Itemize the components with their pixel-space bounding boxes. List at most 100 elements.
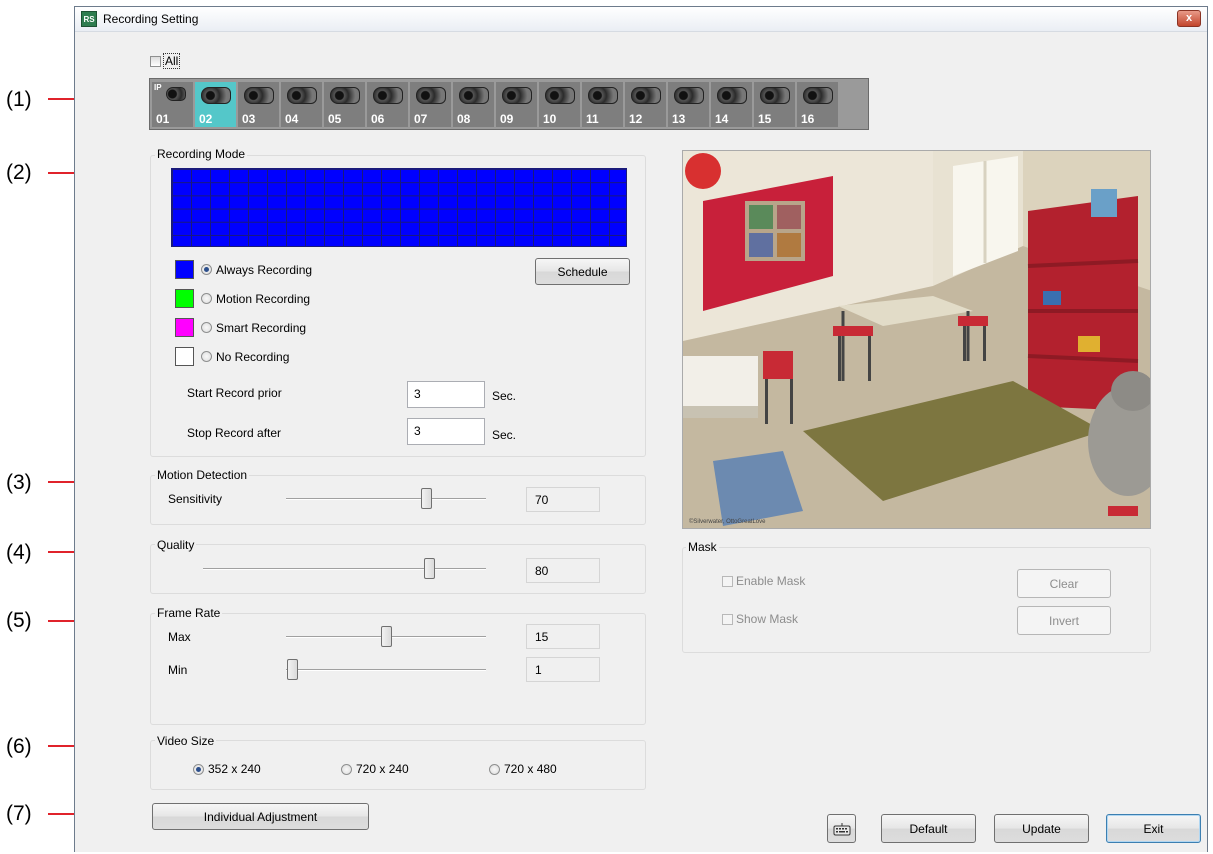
stop-after-label: Stop Record after (187, 426, 282, 440)
window-title: Recording Setting (103, 12, 199, 26)
camera-number: 09 (500, 112, 514, 126)
camera-06[interactable]: 06 (367, 82, 408, 127)
title-bar[interactable]: RS Recording Setting x (75, 7, 1207, 32)
quality-slider-thumb[interactable] (424, 558, 436, 579)
stop-after-input[interactable]: 3 (407, 418, 485, 445)
camera-05[interactable]: 05 (324, 82, 365, 127)
enable-mask-checkbox[interactable]: Enable Mask (722, 574, 805, 588)
video-size-option-2[interactable]: 720 x 240 (341, 762, 409, 776)
preview-image: ©Silverwater, OttoGreatLove (683, 151, 1150, 528)
video-size-label-3: 720 x 480 (504, 762, 557, 776)
frame-rate-min-value: 1 (526, 657, 600, 682)
camera-icon (166, 87, 186, 101)
default-button[interactable]: Default (881, 814, 976, 843)
frame-rate-max-thumb[interactable] (381, 626, 392, 647)
enable-mask-label: Enable Mask (736, 574, 806, 588)
video-size-label-2: 720 x 240 (356, 762, 409, 776)
video-size-option-1[interactable]: 352 x 240 (193, 762, 261, 776)
quality-slider-track (203, 568, 486, 569)
camera-12[interactable]: 12 (625, 82, 666, 127)
camera-number: 10 (543, 112, 557, 126)
all-cameras-checkbox[interactable]: All (150, 53, 181, 69)
quality-value: 80 (526, 558, 600, 583)
camera-14[interactable]: 14 (711, 82, 752, 127)
start-prior-input[interactable]: 3 (407, 381, 485, 408)
camera-11[interactable]: 11 (582, 82, 623, 127)
mode-none[interactable]: No Recording (175, 347, 289, 366)
enable-mask-box[interactable] (722, 575, 733, 587)
video-size-radio-1[interactable] (193, 763, 204, 775)
camera-number: 01 (156, 112, 170, 126)
sensitivity-label: Sensitivity (168, 492, 223, 506)
frame-rate-min-track (286, 669, 486, 670)
keyboard-button[interactable] (827, 814, 856, 843)
callout-3: (3) (6, 471, 32, 494)
show-mask-checkbox[interactable]: Show Mask (722, 612, 798, 626)
smart-radio[interactable] (201, 322, 212, 333)
camera-icon (717, 87, 747, 104)
clear-mask-button[interactable]: Clear (1017, 569, 1111, 598)
frame-rate-max-value: 15 (526, 624, 600, 649)
camera-number: 05 (328, 112, 342, 126)
camera-16[interactable]: 16 (797, 82, 838, 127)
camera-04[interactable]: 04 (281, 82, 322, 127)
motion-label: Motion Recording (216, 291, 311, 306)
all-label: All (163, 53, 181, 69)
schedule-grid[interactable] (171, 168, 627, 247)
frame-rate-min-thumb[interactable] (287, 659, 298, 680)
none-radio[interactable] (201, 351, 212, 362)
sensitivity-slider-thumb[interactable] (421, 488, 432, 509)
always-radio[interactable] (201, 264, 212, 275)
camera-icon (373, 87, 403, 104)
camera-icon (588, 87, 618, 104)
camera-10[interactable]: 10 (539, 82, 580, 127)
camera-icon (459, 87, 489, 104)
exit-button[interactable]: Exit (1106, 814, 1201, 843)
ip-camera-tag: IP (154, 83, 162, 92)
show-mask-box[interactable] (722, 613, 733, 625)
video-size-radio-2[interactable] (341, 763, 352, 775)
sensitivity-slider-track (286, 498, 486, 499)
recording-mode-title: Recording Mode (155, 147, 248, 161)
camera-number: 06 (371, 112, 385, 126)
recording-setting-window: RS Recording Setting x All IP 01 02 03 04 05 0… (74, 6, 1208, 852)
camera-number: 11 (586, 112, 599, 126)
mode-motion[interactable]: Motion Recording (175, 289, 310, 308)
start-prior-label: Start Record prior (187, 386, 282, 400)
camera-03[interactable]: 03 (238, 82, 279, 127)
camera-07[interactable]: 07 (410, 82, 451, 127)
schedule-button[interactable]: Schedule (535, 258, 630, 285)
camera-number: 02 (199, 112, 213, 126)
invert-mask-button[interactable]: Invert (1017, 606, 1111, 635)
mask-title: Mask (686, 540, 719, 554)
camera-01[interactable]: IP 01 (152, 82, 193, 127)
camera-icon (416, 87, 446, 104)
camera-preview[interactable]: ©Silverwater, OttoGreatLove (682, 150, 1151, 529)
individual-adjustment-button[interactable]: Individual Adjustment (152, 803, 369, 830)
all-checkbox-box[interactable] (150, 55, 161, 67)
camera-15[interactable]: 15 (754, 82, 795, 127)
preview-watermark: ©Silverwater, OttoGreatLove (689, 518, 766, 525)
video-size-radio-3[interactable] (489, 763, 500, 775)
camera-icon (201, 87, 231, 104)
camera-08[interactable]: 08 (453, 82, 494, 127)
mode-always[interactable]: Always Recording (175, 260, 312, 279)
camera-number: 04 (285, 112, 299, 126)
camera-selector: IP 01 02 03 04 05 06 07 08 09 10 11 12 13 14 15 16 (149, 78, 869, 130)
video-size-option-3[interactable]: 720 x 480 (489, 762, 557, 776)
update-button[interactable]: Update (994, 814, 1089, 843)
camera-09[interactable]: 09 (496, 82, 537, 127)
camera-icon (803, 87, 833, 104)
video-size-label-1: 352 x 240 (208, 762, 261, 776)
camera-02[interactable]: 02 (195, 82, 236, 127)
camera-13[interactable]: 13 (668, 82, 709, 127)
camera-number: 13 (672, 112, 686, 126)
motion-radio[interactable] (201, 293, 212, 304)
stop-after-unit: Sec. (492, 428, 517, 442)
none-swatch (175, 347, 194, 366)
camera-icon (330, 87, 360, 104)
mode-smart[interactable]: Smart Recording (175, 318, 306, 337)
frame-rate-title: Frame Rate (155, 606, 223, 620)
close-button[interactable]: x (1177, 10, 1201, 27)
camera-icon (545, 87, 575, 104)
